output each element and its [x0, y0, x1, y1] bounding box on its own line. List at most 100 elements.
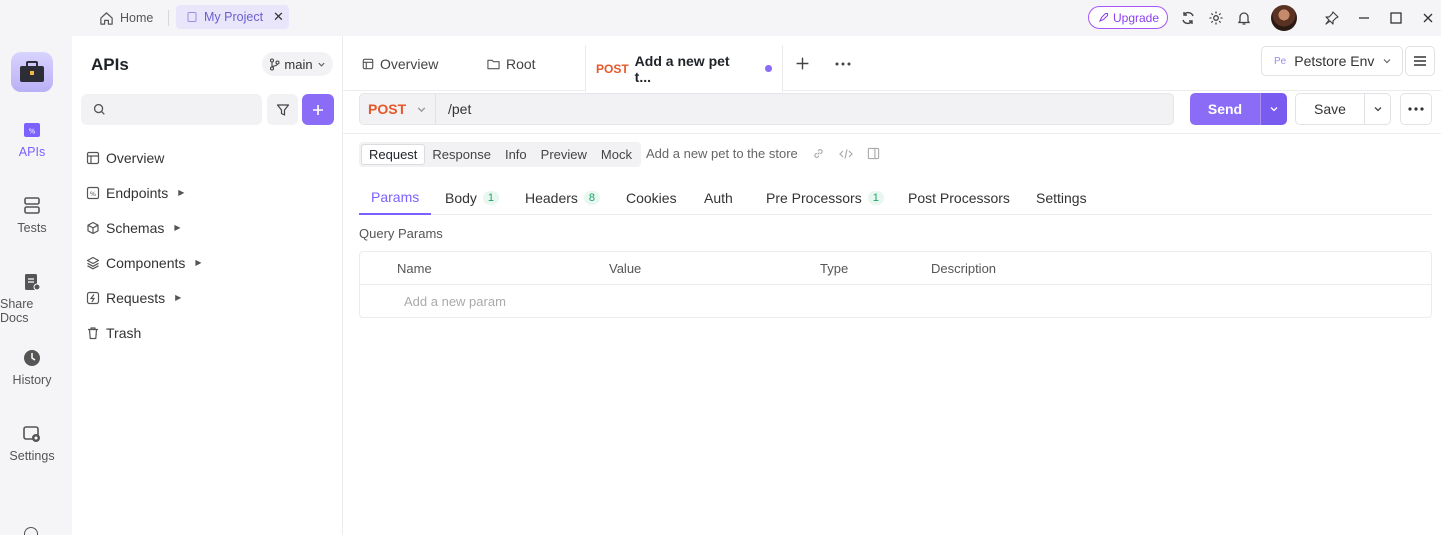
folder-icon: [487, 59, 500, 69]
filter-button[interactable]: [267, 94, 298, 125]
overview-icon: [362, 58, 374, 69]
user-icon[interactable]: [24, 527, 38, 535]
project-tab[interactable]: My Project ✕: [176, 5, 289, 29]
subtab-body[interactable]: Body 1: [445, 180, 500, 215]
rail-item-tests[interactable]: Tests: [0, 196, 64, 235]
bell-icon[interactable]: [1234, 8, 1254, 28]
tab-root[interactable]: Root: [487, 36, 536, 91]
count-badge: 1: [482, 190, 500, 205]
menu-button[interactable]: [1405, 46, 1435, 76]
method-select[interactable]: POST: [360, 94, 436, 124]
caret-right-icon[interactable]: ▶: [195, 258, 201, 267]
subtab-settings[interactable]: Settings: [1036, 180, 1087, 215]
tab-overview[interactable]: Overview: [362, 36, 438, 91]
tab-add-pet[interactable]: POST Add a new pet t...: [585, 45, 783, 92]
side-panel-icon[interactable]: [867, 147, 880, 160]
subtab-auth[interactable]: Auth: [704, 180, 733, 215]
subtab-label: Params: [371, 188, 420, 205]
gear-icon[interactable]: [1206, 8, 1226, 28]
home-label: Home: [120, 11, 154, 25]
home-icon: [100, 11, 113, 25]
tests-icon: [24, 197, 40, 214]
close-window-icon[interactable]: [1418, 8, 1438, 28]
subtab-headers[interactable]: Headers 8: [525, 180, 601, 215]
view-segment-control: Request Response Info Preview Mock: [359, 142, 641, 167]
pin-icon[interactable]: [1322, 8, 1342, 28]
tree-item-requests[interactable]: Requests ▶: [86, 280, 336, 315]
add-param-input[interactable]: Add a new param: [404, 294, 506, 309]
maximize-icon[interactable]: [1386, 8, 1406, 28]
sync-icon[interactable]: [1178, 8, 1198, 28]
tree-item-schemas[interactable]: Schemas ▶: [86, 210, 336, 245]
more-button[interactable]: [1400, 93, 1432, 125]
app-logo[interactable]: [11, 52, 53, 92]
send-button[interactable]: Send: [1190, 93, 1260, 125]
url-input[interactable]: [436, 94, 1173, 124]
segment-mock[interactable]: Mock: [594, 144, 639, 165]
caret-right-icon[interactable]: ▶: [178, 188, 184, 197]
hamburger-icon: [1414, 56, 1426, 66]
chevron-down-icon: [318, 62, 325, 67]
avatar[interactable]: [1271, 5, 1297, 31]
tree-item-overview[interactable]: Overview: [86, 140, 336, 175]
environment-selector[interactable]: Pe Petstore Env: [1261, 46, 1403, 76]
subtab-cookies[interactable]: Cookies: [626, 180, 677, 215]
tree-item-trash[interactable]: Trash: [86, 315, 336, 350]
minimize-icon[interactable]: [1354, 8, 1374, 28]
search-input[interactable]: [114, 102, 254, 117]
save-label: Save: [1314, 101, 1346, 117]
more-horizontal-icon: [1408, 107, 1424, 111]
rail-label-apis: APIs: [18, 145, 46, 159]
caret-right-icon[interactable]: ▶: [175, 293, 181, 302]
chevron-down-icon: [1270, 107, 1278, 112]
segment-info[interactable]: Info: [498, 144, 534, 165]
save-button[interactable]: Save: [1295, 93, 1365, 125]
tree-item-components[interactable]: Components ▶: [86, 245, 336, 280]
caret-right-icon[interactable]: ▶: [174, 223, 180, 232]
rail-item-history[interactable]: History: [0, 348, 64, 387]
unsaved-dot: [765, 65, 772, 72]
segment-response[interactable]: Response: [425, 144, 498, 165]
segment-preview[interactable]: Preview: [534, 144, 594, 165]
branch-icon: [270, 57, 280, 71]
subtab-label: Headers: [525, 189, 578, 206]
rail-label-tests: Tests: [17, 221, 47, 235]
add-button[interactable]: [302, 94, 334, 125]
briefcase-icon: [20, 61, 44, 82]
environment-name: Petstore Env: [1294, 53, 1375, 69]
subtab-params[interactable]: Params: [359, 180, 432, 215]
segment-request[interactable]: Request: [361, 144, 426, 165]
tab-more-button[interactable]: [835, 36, 851, 91]
close-icon[interactable]: ✕: [273, 9, 284, 25]
plus-icon: [796, 57, 809, 70]
code-icon[interactable]: [838, 148, 853, 160]
title-bar: Home My Project ✕ Upgrade: [0, 0, 1441, 36]
share-docs-icon: [25, 274, 41, 291]
subtab-pre-processors[interactable]: Pre Processors 1: [766, 180, 884, 215]
branch-selector[interactable]: main: [262, 52, 333, 76]
sidebar-title: APIs: [91, 55, 129, 74]
sidebar-search[interactable]: [81, 94, 262, 125]
rail-item-apis[interactable]: % APIs: [0, 120, 64, 159]
tree-label: Overview: [106, 149, 165, 166]
column-header: Name: [397, 261, 432, 276]
tree-item-endpoints[interactable]: % Endpoints ▶: [86, 175, 336, 210]
tree-label: Requests: [106, 289, 166, 306]
rail-item-share-docs[interactable]: Share Docs: [0, 272, 64, 325]
method-value: POST: [368, 101, 407, 117]
rocket-icon: [1099, 12, 1108, 22]
save-dropdown-button[interactable]: [1364, 93, 1391, 125]
home-tab[interactable]: Home: [99, 8, 153, 28]
count-badge: 1: [867, 190, 884, 205]
tree-label: Schemas: [106, 219, 165, 236]
new-tab-button[interactable]: [795, 36, 810, 91]
link-icon[interactable]: [812, 147, 825, 160]
subtab-label: Cookies: [626, 189, 677, 206]
subtab-post-processors[interactable]: Post Processors: [908, 180, 1010, 215]
rail-item-settings[interactable]: Settings: [0, 424, 64, 463]
filter-icon: [276, 103, 289, 116]
subtab-label: Pre Processors: [766, 189, 862, 206]
upgrade-button[interactable]: Upgrade: [1088, 6, 1168, 29]
chevron-down-icon: [1374, 107, 1381, 112]
send-dropdown-button[interactable]: [1260, 93, 1287, 125]
